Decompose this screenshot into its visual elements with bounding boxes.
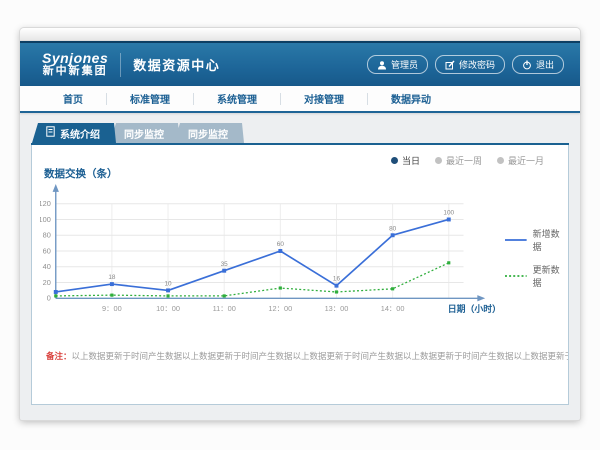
change-password-label: 修改密码 [459,58,495,71]
radio-dot [435,157,442,164]
legend-series-name: 更新数据 [533,263,568,289]
svg-text:40: 40 [43,262,51,271]
tab-strip: 系统介绍 同步监控 同步监控 [32,123,569,143]
edit-icon [445,60,455,70]
svg-text:0: 0 [47,294,51,303]
user-menu: 管理员 修改密码 退出 [367,55,564,74]
document-icon [46,126,55,140]
chart-panel: 当日 最近一周 最近一月 数据交换（条） 0 20 40 60 80 100 120 9：00… [31,145,569,405]
svg-text:10: 10 [164,280,172,287]
tab-sync-monitor-2[interactable]: 同步监控 [174,123,244,143]
svg-text:10：00: 10：00 [156,304,180,313]
tab-label: 同步监控 [124,126,164,141]
admin-button-label: 管理员 [391,58,418,71]
power-icon [522,60,532,70]
legend-series-name: 新增数据 [533,227,568,253]
svg-text:13：00: 13：00 [325,304,349,313]
radio-label: 当日 [402,154,420,167]
footnote-label: 备注： [46,351,72,361]
svg-text:100: 100 [40,215,51,224]
logout-button[interactable]: 退出 [512,55,564,74]
tab-sync-monitor-1[interactable]: 同步监控 [110,123,180,143]
svg-text:60: 60 [277,241,285,248]
legend-item: 更新数据 [505,263,568,289]
chart-y-axis-title: 数据交换（条） [44,166,118,181]
user-icon [377,60,387,70]
brand-divider [120,53,121,77]
svg-text:120: 120 [40,199,51,208]
radio-label: 最近一月 [508,154,544,167]
change-password-button[interactable]: 修改密码 [435,55,505,74]
svg-text:12：00: 12：00 [268,304,292,313]
radio-last-week[interactable]: 最近一周 [435,154,482,167]
app-header: Synjones 新中新集团 数据资源中心 管理员 修改密码 [20,41,580,86]
tab-label: 同步监控 [188,126,228,141]
nav-item-system-mgmt[interactable]: 系统管理 [194,91,280,106]
svg-text:20: 20 [43,278,51,287]
chart-legend: 新增数据 更新数据 [505,181,568,299]
radio-last-month[interactable]: 最近一月 [497,154,544,167]
svg-text:16: 16 [333,276,341,283]
tab-system-intro[interactable]: 系统介绍 [32,123,116,143]
window-chrome-strip [20,28,580,41]
chart-canvas: 0 20 40 60 80 100 120 9：00 10：00 11：00 12：00 13：00 1… [40,181,503,321]
radio-dot [497,157,504,164]
tab-label: 系统介绍 [60,126,100,141]
svg-text:80: 80 [43,231,51,240]
footnote: 备注：以上数据更新于时间产生数据以上数据更新于时间产生数据以上数据更新于时间产生… [32,350,568,362]
svg-text:11：00: 11：00 [213,304,236,313]
radio-dot [391,157,398,164]
legend-line-sample [505,273,527,279]
admin-button[interactable]: 管理员 [367,55,428,74]
line-chart: 0 20 40 60 80 100 120 9：00 10：00 11：00 12：00 13：00 1… [40,181,568,321]
legend-item: 新增数据 [505,227,568,253]
nav-item-interface-mgmt[interactable]: 对接管理 [281,91,367,106]
brand-logo-en: Synjones [42,51,108,66]
svg-text:14：00: 14：00 [381,304,405,313]
brand-logo-cn: 新中新集团 [43,66,108,78]
main-nav: 首页 标准管理 系统管理 对接管理 数据异动 [20,86,580,113]
legend-line-sample [505,237,527,243]
svg-text:日期（小时）: 日期（小时） [448,303,501,314]
brand-logo: Synjones 新中新集团 [42,51,108,77]
logout-label: 退出 [536,58,554,71]
content-area: 系统介绍 同步监控 同步监控 当日 最近一周 [20,113,580,405]
nav-item-standard-mgmt[interactable]: 标准管理 [107,91,193,106]
nav-item-home[interactable]: 首页 [40,91,106,106]
app-title: 数据资源中心 [133,55,220,74]
svg-text:35: 35 [221,261,229,268]
nav-item-data-change[interactable]: 数据异动 [368,91,454,106]
radio-today[interactable]: 当日 [391,154,420,167]
svg-text:100: 100 [443,210,454,217]
svg-text:60: 60 [43,246,51,255]
app-window: Synjones 新中新集团 数据资源中心 管理员 修改密码 [20,28,580,420]
svg-text:18: 18 [108,274,116,281]
svg-text:9：00: 9：00 [102,304,122,313]
radio-label: 最近一周 [446,154,482,167]
svg-text:80: 80 [389,225,397,232]
time-range-filter: 当日 最近一周 最近一月 [391,154,544,167]
footnote-text: 以上数据更新于时间产生数据以上数据更新于时间产生数据以上数据更新于时间产生数据以… [72,351,568,361]
